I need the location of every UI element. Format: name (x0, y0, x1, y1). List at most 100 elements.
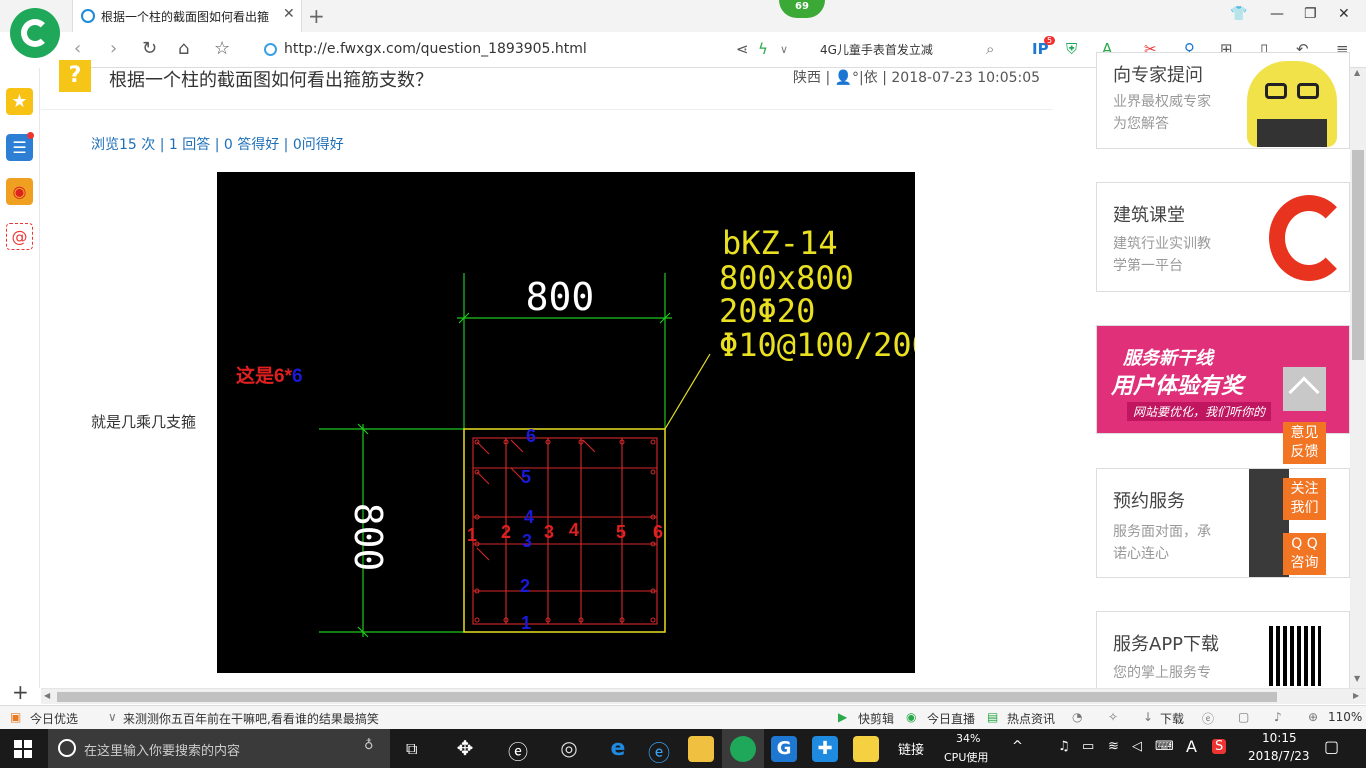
search-icon[interactable]: ⌕ (986, 40, 994, 58)
ime-mode[interactable]: A (1186, 737, 1197, 756)
cad-drawing-image: 800 800 bKZ-14 800x800 20Φ20 Φ10@100/200… (217, 172, 915, 673)
scroll-up-icon[interactable]: ▲ (1354, 68, 1360, 77)
windows-taskbar: 在这里输入你要搜索的内容 ♁ ⧉ ✥ ⓔ ◎ e ⓔ G ✚ 链接 34% CP… (0, 729, 1366, 768)
news-link[interactable]: 来测测你五百年前在干嘛吧,看看谁的结果最搞笑 (123, 710, 379, 727)
keyboard-icon[interactable]: ⌨ (1155, 739, 1174, 754)
chevron-down-icon[interactable]: ∨ (780, 43, 788, 56)
share-icon[interactable]: ⋖ (736, 40, 749, 58)
browser-status-bar: ▣ 今日优选 ∨ 来测测你五百年前在干嘛吧,看看谁的结果最搞笑 ▶ 快剪辑 ◉ … (0, 705, 1366, 729)
microphone-icon[interactable]: ♁ (364, 738, 374, 753)
task-view-icon[interactable]: ⧉ (406, 739, 417, 759)
speed-icon[interactable]: ◔ (1072, 710, 1082, 724)
qq-consult-button[interactable]: Q Q 咨询 (1283, 533, 1326, 575)
chevron-up-icon[interactable]: ^ (1012, 739, 1023, 754)
red-number: 4 (569, 520, 579, 540)
edge-app-icon[interactable]: e (605, 736, 631, 762)
annotation-prefix: 这是 (236, 364, 274, 387)
card-sub: 诺心连心 (1113, 546, 1169, 562)
window-icon[interactable]: ▢ (1238, 710, 1249, 724)
action-center-icon[interactable]: ▢ (1324, 737, 1339, 756)
windows-start-icon[interactable] (14, 740, 32, 758)
follow-label: 关注 我们 (1290, 481, 1319, 516)
forward-icon[interactable]: › (110, 38, 117, 59)
clock-date[interactable]: 2018/7/23 (1248, 749, 1310, 763)
notification-dot (27, 132, 34, 139)
clock-time[interactable]: 10:15 (1262, 731, 1297, 745)
browser-tab[interactable]: 根据一个柱的截面图如何看出箍 ✕ (72, 0, 302, 32)
vertical-scrollbar[interactable]: ▲ ▼ (1350, 68, 1366, 688)
card-sub: 建筑行业实训教 (1113, 236, 1211, 252)
live-link[interactable]: 今日直播 (927, 710, 975, 727)
g-app-icon[interactable]: G (771, 736, 797, 762)
add-sidebar-icon[interactable]: + (12, 680, 29, 704)
mail-at-icon[interactable]: @ (6, 223, 33, 250)
follow-button[interactable]: 关注 我们 (1283, 478, 1326, 520)
lightning-icon[interactable]: ϟ (758, 40, 768, 58)
browser-logo-icon[interactable] (10, 8, 60, 58)
card-title: 预约服务 (1113, 491, 1185, 512)
tab-close-button[interactable]: ✕ (283, 6, 295, 22)
mascot-image (1247, 61, 1337, 147)
feedback-button[interactable]: 意见 反馈 (1283, 422, 1326, 464)
sogou-icon[interactable]: S (1212, 739, 1227, 754)
quick-clip-link[interactable]: 快剪辑 (858, 710, 894, 727)
today-picks-link[interactable]: 今日优选 (30, 710, 78, 727)
favorite-star-icon[interactable]: ☆ (214, 38, 230, 59)
shield-icon[interactable]: ⛨ (1066, 40, 1077, 58)
expert-question-card[interactable]: 向专家提问 业界最权威专家 为您解答 (1096, 52, 1350, 149)
cpu-percent: 34% (956, 732, 981, 745)
file-explorer-icon[interactable] (688, 736, 714, 762)
back-to-top-button[interactable] (1283, 367, 1326, 411)
download-link[interactable]: 下载 (1160, 710, 1184, 727)
battery-icon[interactable]: ▭ (1082, 739, 1094, 754)
app-download-card[interactable]: 服务APP下载 您的掌上服务专 (1096, 611, 1350, 688)
browser-app-icon[interactable] (730, 736, 756, 762)
zoom-level[interactable]: 110% (1328, 710, 1362, 724)
home-icon[interactable]: ⌂ (178, 38, 189, 59)
notes-app-icon[interactable] (853, 736, 879, 762)
links-toolbar[interactable]: 链接 (898, 739, 924, 758)
taskbar-search-input[interactable]: 在这里输入你要搜索的内容 (84, 740, 240, 759)
scroll-left-icon[interactable]: ◀ (44, 691, 50, 700)
ie-app-icon[interactable]: ⓔ (505, 736, 531, 764)
vertical-scroll-thumb[interactable] (1352, 150, 1364, 360)
plus-app-icon[interactable]: ✚ (812, 736, 838, 762)
horizontal-scrollbar[interactable]: ◀ ▶ (41, 688, 1366, 704)
red-number: 1 (467, 525, 477, 545)
close-window-button[interactable]: ✕ (1338, 6, 1350, 22)
zoom-icon[interactable]: ⊕ (1308, 710, 1318, 724)
restore-button[interactable]: ❐ (1304, 6, 1317, 22)
wifi-icon[interactable]: ≋ (1108, 739, 1119, 754)
volume-icon[interactable]: ◁ (1132, 739, 1142, 754)
minimize-button[interactable]: — (1270, 6, 1284, 22)
internet-explorer-icon[interactable]: ⓔ (646, 736, 672, 767)
question-stats[interactable]: 浏览15 次 | 1 回答 | 0 答得好 | 0问得好 (91, 134, 344, 154)
hot-news-link[interactable]: 热点资讯 (1007, 710, 1055, 727)
new-tab-button[interactable]: + (308, 4, 325, 28)
taskbar-search[interactable]: 在这里输入你要搜索的内容 ♁ (48, 729, 390, 768)
url-field[interactable]: http://e.fwxgx.com/question_1893905.html (284, 41, 587, 57)
scroll-right-icon[interactable]: ▶ (1353, 691, 1359, 700)
notification-badge[interactable]: 69 (779, 0, 825, 18)
ie-mode-icon[interactable]: ⓔ (1202, 710, 1214, 727)
card-title: 向专家提问 (1113, 65, 1203, 86)
bell-icon[interactable]: ♫ (1058, 739, 1070, 754)
news-icon: ▤ (987, 710, 999, 724)
shirt-skin-icon[interactable]: 👕 (1230, 6, 1247, 22)
refresh-icon[interactable]: ↻ (142, 38, 157, 59)
back-icon[interactable]: ‹ (74, 38, 81, 59)
red-number: 6 (653, 522, 663, 542)
pinwheel-app-icon[interactable]: ✥ (452, 736, 478, 762)
tools-icon[interactable]: ✧ (1108, 710, 1118, 724)
swirl-app-icon[interactable]: ◎ (556, 736, 582, 762)
weibo-icon[interactable]: ◉ (6, 178, 33, 205)
sound-icon[interactable]: ♪ (1274, 710, 1282, 724)
building-class-card[interactable]: 建筑课堂 建筑行业实训教 学第一平台 (1096, 182, 1350, 292)
horizontal-scroll-thumb[interactable] (57, 692, 1277, 702)
chevron-down-icon: ∨ (108, 710, 117, 724)
scroll-down-icon[interactable]: ▼ (1354, 674, 1360, 683)
browser-title-bar: 根据一个柱的截面图如何看出箍 ✕ + 69 👕 — ❐ ✕ (0, 0, 1366, 32)
favorites-star-icon[interactable]: ★ (6, 88, 33, 115)
search-input[interactable]: 4G儿童手表首发立减 (820, 41, 933, 58)
leader-line (664, 353, 711, 430)
